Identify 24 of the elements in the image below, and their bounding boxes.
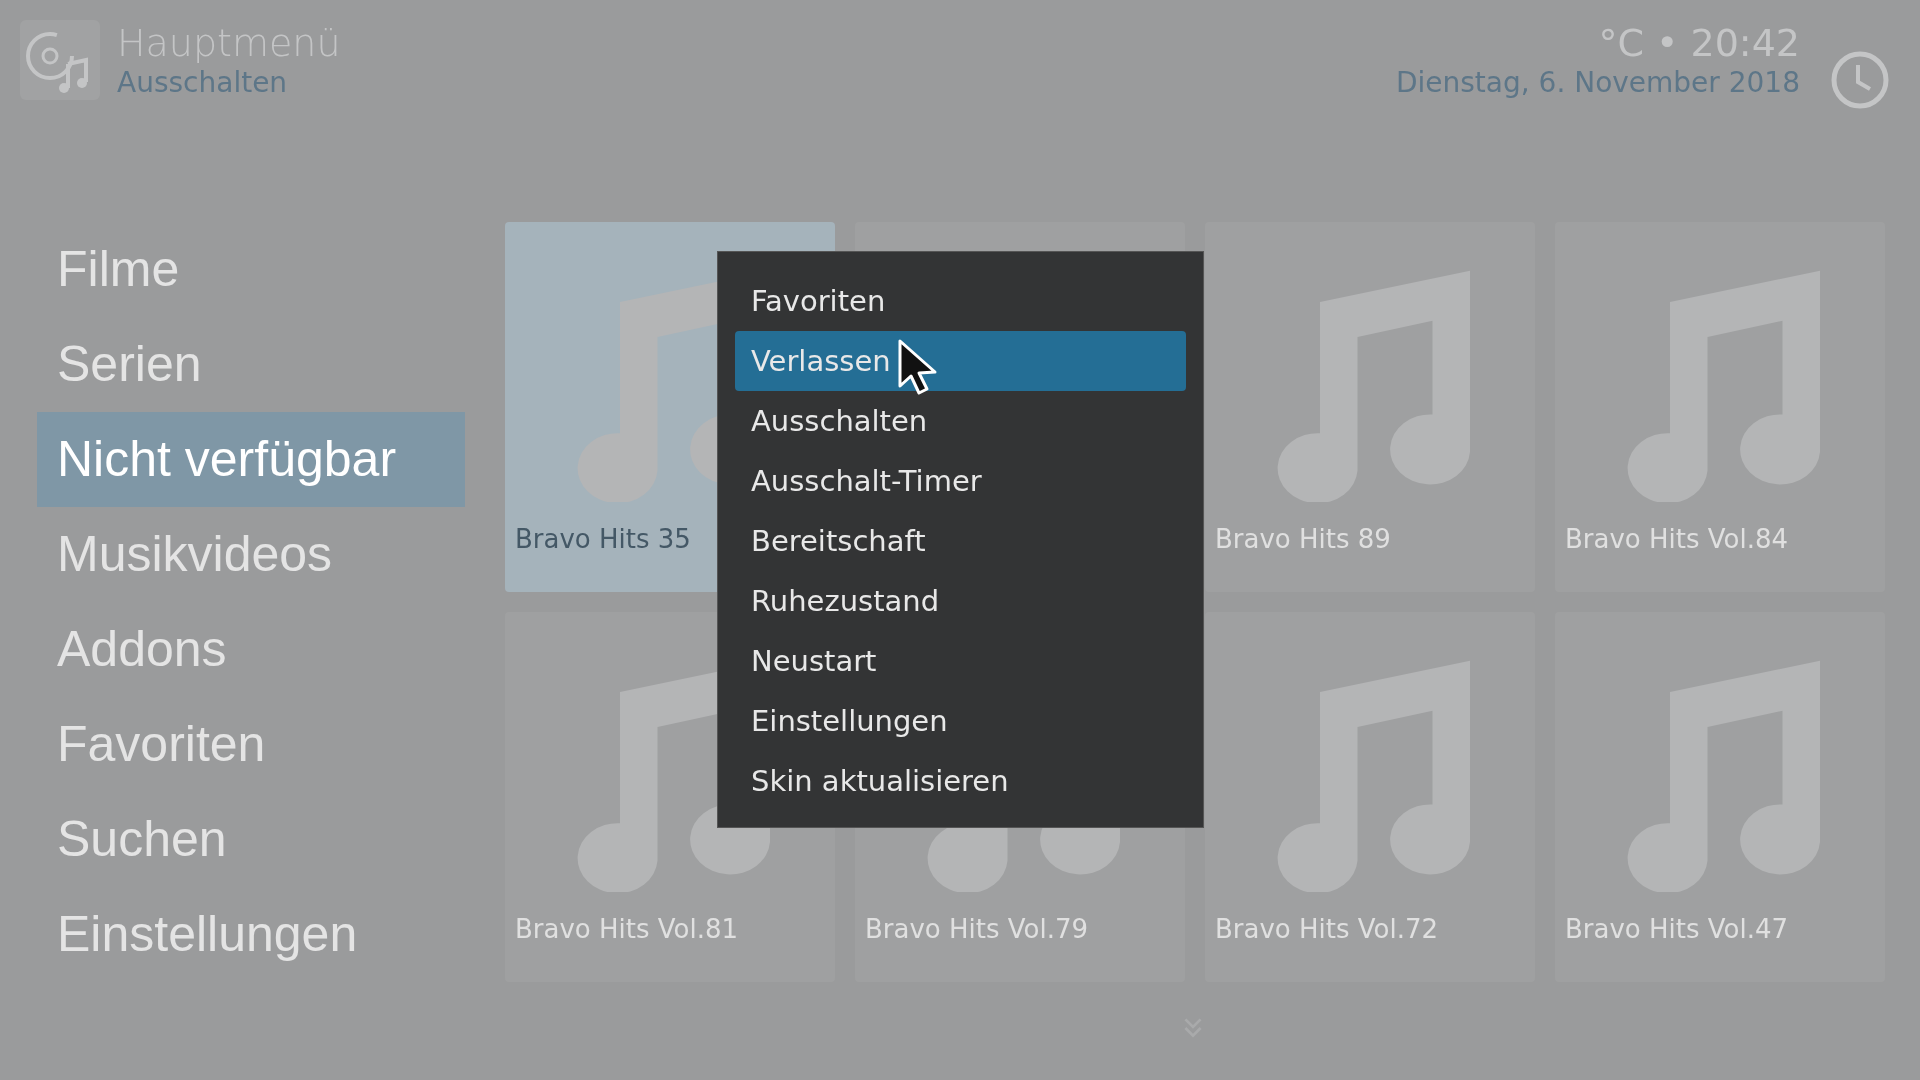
sidebar-item[interactable]: Favoriten — [37, 697, 465, 792]
sidebar-item[interactable]: Filme — [37, 222, 465, 317]
album-tile[interactable]: Bravo Hits 89 — [1205, 222, 1535, 592]
menu-item[interactable]: Verlassen — [735, 331, 1186, 391]
header-date: Dienstag, 6. November 2018 — [1395, 66, 1800, 100]
album-title: Bravo Hits Vol.84 — [1565, 524, 1789, 554]
sidebar-item[interactable]: Musikvideos — [37, 507, 465, 602]
album-tile[interactable]: Bravo Hits Vol.47 — [1555, 612, 1885, 982]
album-title: Bravo Hits 35 — [515, 524, 691, 554]
sidebar-item[interactable]: Suchen — [37, 792, 465, 887]
sidebar-item[interactable]: Einstellungen — [37, 887, 465, 982]
header-subtitle: Ausschalten — [117, 66, 289, 100]
sidebar-item[interactable]: Addons — [37, 602, 465, 697]
album-title: Bravo Hits Vol.79 — [865, 914, 1089, 944]
album-title: Bravo Hits Vol.47 — [1565, 914, 1789, 944]
album-title: Bravo Hits Vol.72 — [1215, 914, 1439, 944]
album-tile[interactable]: Bravo Hits Vol.84 — [1555, 222, 1885, 592]
disc-music-icon — [20, 20, 100, 100]
album-title: Bravo Hits Vol.81 — [515, 914, 739, 944]
sidebar-item[interactable]: Nicht verfügbar — [37, 412, 465, 507]
clock-icon — [1830, 50, 1890, 110]
album-tile[interactable]: Bravo Hits Vol.72 — [1205, 612, 1535, 982]
sidebar-item[interactable]: Serien — [37, 317, 465, 412]
album-title: Bravo Hits 89 — [1215, 524, 1391, 554]
